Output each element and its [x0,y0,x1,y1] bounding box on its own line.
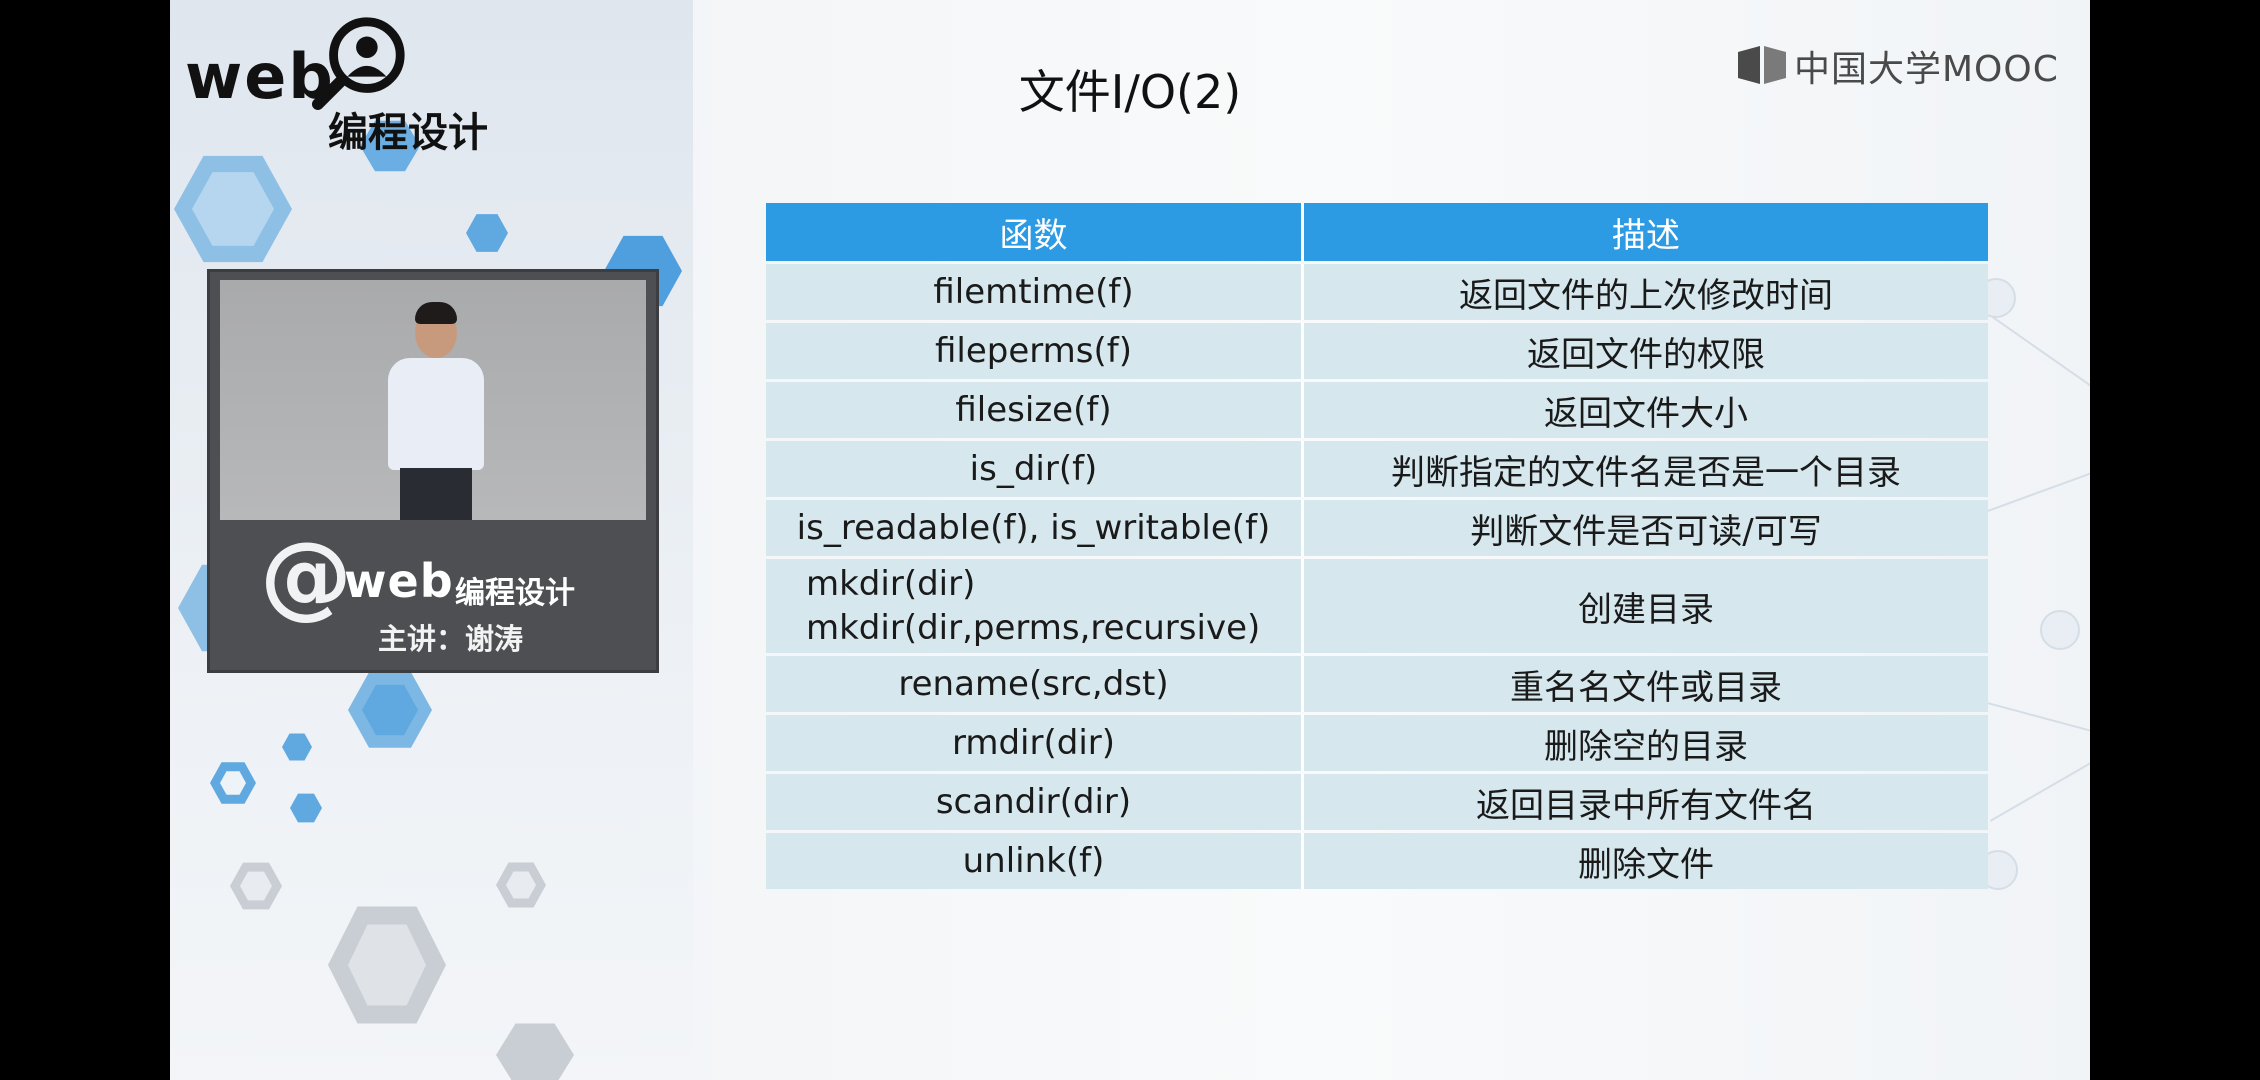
network-line [1990,755,2090,822]
video-course-name: 编程设计 [455,576,575,611]
table-row: rename(src,dst) 重名名文件或目录 [766,656,1988,712]
table-row: scandir(dir) 返回目录中所有文件名 [766,774,1988,830]
lecturer-name: 主讲：谢涛 [378,622,524,656]
description-cell: 创建目录 [1304,559,1988,653]
function-cell: rename(src,dst) [766,656,1304,712]
function-line: mkdir(dir) [806,564,976,604]
table-row: mkdir(dir) mkdir(dir,perms,recursive) 创建… [766,559,1988,653]
description-cell: 判断文件是否可读/可写 [1304,500,1988,556]
description-cell: 重名名文件或目录 [1304,656,1988,712]
lecturer-legs [400,468,472,520]
table-row: unlink(f) 删除文件 [766,833,1988,889]
description-cell: 返回文件大小 [1304,382,1988,438]
hexagon-decoration [496,1023,574,1080]
table-row: is_dir(f) 判断指定的文件名是否是一个目录 [766,441,1988,497]
slide-frame: web 编程设计 @ web 编程设计 主讲：谢涛 文件I/O(2) 中国大学M… [170,0,2090,1080]
description-cell: 返回目录中所有文件名 [1304,774,1988,830]
mooc-book-icon [1738,46,1786,84]
function-cell: filemtime(f) [766,264,1304,320]
function-line: mkdir(dir,perms,recursive) [806,608,1261,648]
hexagon-decoration [290,793,322,823]
table-row: filesize(f) 返回文件大小 [766,382,1988,438]
function-cell: rmdir(dir) [766,715,1304,771]
table-header-row: 函数 描述 [766,203,1988,261]
function-cell: scandir(dir) [766,774,1304,830]
function-cell: is_dir(f) [766,441,1304,497]
description-cell: 返回文件的权限 [1304,323,1988,379]
lecturer-video[interactable]: @ web 编程设计 主讲：谢涛 [210,272,656,670]
column-header-description: 描述 [1304,203,1988,261]
description-cell: 返回文件的上次修改时间 [1304,264,1988,320]
lecturer-hair [415,302,457,324]
function-cell: unlink(f) [766,833,1304,889]
network-line [1979,700,2090,739]
video-stage [220,280,646,520]
function-cell: mkdir(dir) mkdir(dir,perms,recursive) [766,559,1304,653]
table-row: filemtime(f) 返回文件的上次修改时间 [766,264,1988,320]
video-web-text: web [344,554,454,608]
description-cell: 判断指定的文件名是否是一个目录 [1304,441,1988,497]
function-cell: is_readable(f), is_writable(f) [766,500,1304,556]
mooc-logo: 中国大学MOOC [1736,40,2059,92]
description-cell: 删除文件 [1304,833,1988,889]
lecturer-figure [388,358,484,470]
file-io-function-table: 函数 描述 filemtime(f) 返回文件的上次修改时间 fileperms… [766,200,1988,892]
table-row: rmdir(dir) 删除空的目录 [766,715,1988,771]
function-cell: filesize(f) [766,382,1304,438]
hexagon-decoration [282,733,312,761]
table-row: is_readable(f), is_writable(f) 判断文件是否可读/… [766,500,1988,556]
description-cell: 删除空的目录 [1304,715,1988,771]
video-at-sign: @ [260,522,352,629]
hexagon-decoration [466,214,508,252]
table-row: fileperms(f) 返回文件的权限 [766,323,1988,379]
function-cell: fileperms(f) [766,323,1304,379]
column-header-function: 函数 [766,203,1304,261]
mooc-brand-text: 中国大学MOOC [1794,49,2059,90]
network-node-icon [2040,610,2080,650]
